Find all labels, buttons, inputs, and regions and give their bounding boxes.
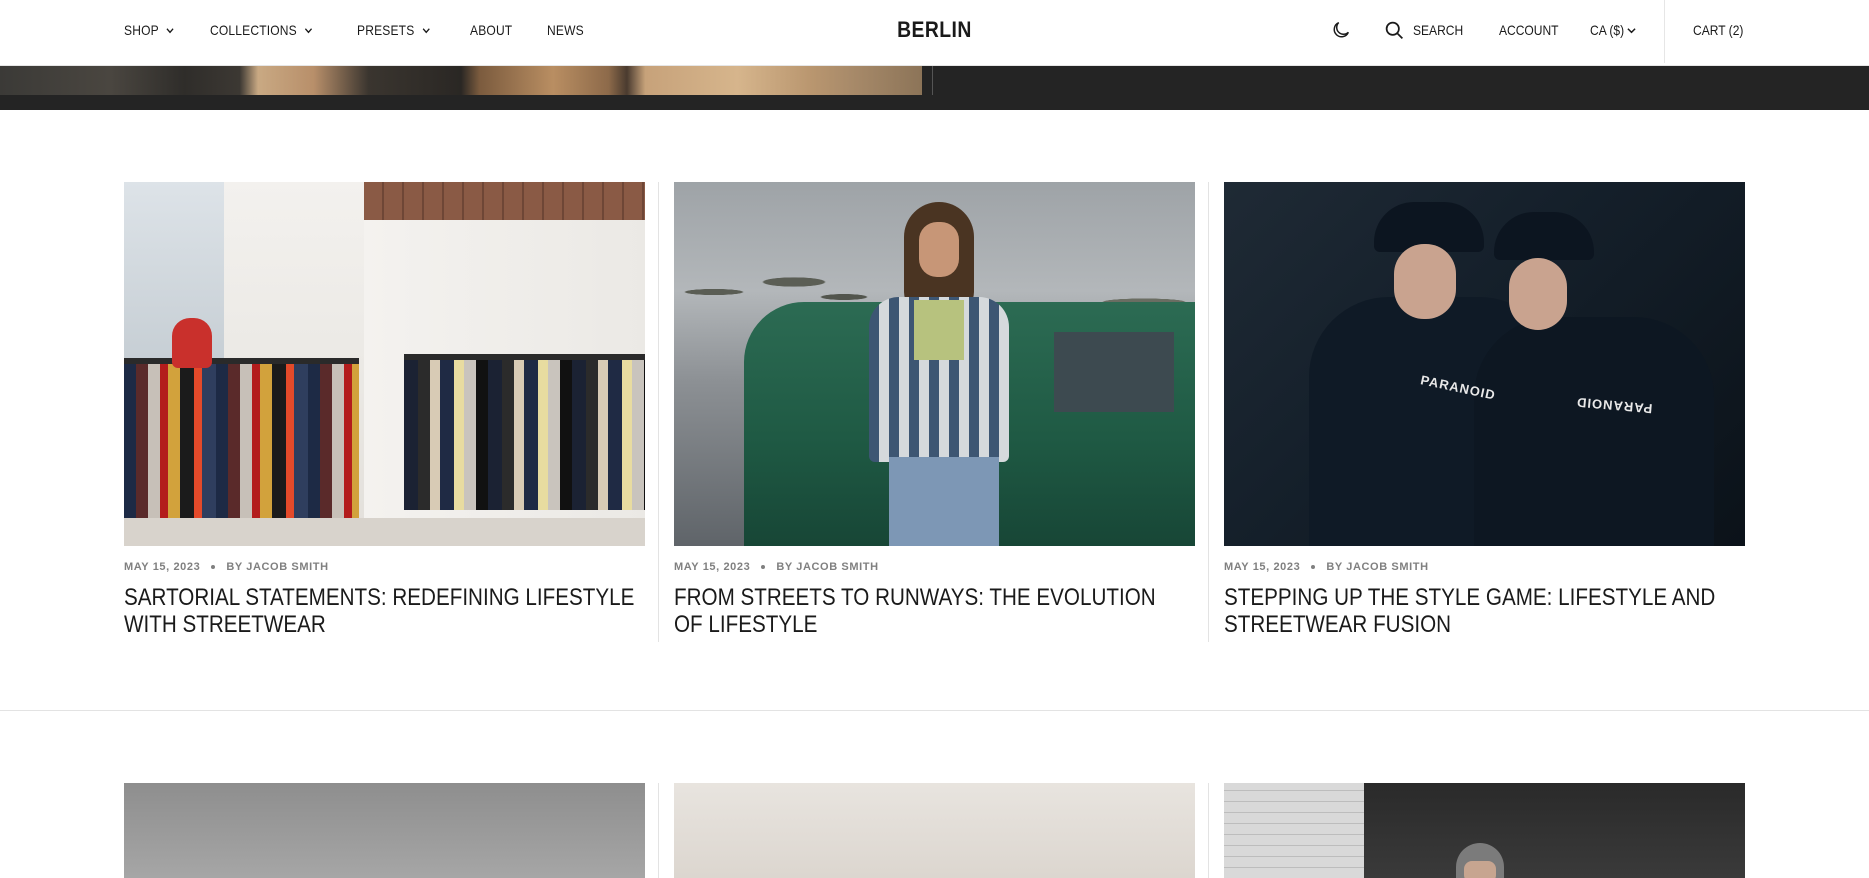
- article-date: MAY 15, 2023: [674, 561, 751, 573]
- car-window: [1054, 332, 1174, 412]
- row-divider: [0, 710, 1869, 711]
- meta-separator: [1311, 565, 1316, 569]
- nav-item-shop[interactable]: SHOP: [124, 22, 174, 38]
- article-date: MAY 15, 2023: [124, 561, 201, 573]
- blog-grid-row-2: [124, 783, 1745, 878]
- cart-label: CART (2): [1693, 22, 1744, 38]
- cap-right: [1494, 212, 1594, 260]
- brick-wall: [364, 182, 645, 220]
- hanging-jacket: [172, 318, 212, 368]
- face-right: [1509, 258, 1567, 330]
- hoodie-right: [1474, 317, 1714, 546]
- article-image[interactable]: [674, 783, 1195, 878]
- nav-item-collections[interactable]: COLLECTIONS: [210, 22, 313, 38]
- floor: [124, 518, 645, 546]
- article-title[interactable]: STEPPING UP THE STYLE GAME: LIFESTYLE AN…: [1224, 584, 1740, 638]
- account-label: ACCOUNT: [1499, 22, 1559, 38]
- meta-separator: [211, 565, 216, 569]
- article-author[interactable]: BY JACOB SMITH: [226, 561, 328, 573]
- article-image[interactable]: [124, 783, 645, 878]
- meta-separator: [761, 565, 766, 569]
- face: [919, 222, 959, 277]
- blog-grid: MAY 15, 2023 BY JACOB SMITH SARTORIAL ST…: [124, 182, 1745, 638]
- person: [869, 202, 1009, 546]
- article-card[interactable]: MAY 15, 2023 BY JACOB SMITH SARTORIAL ST…: [124, 182, 645, 638]
- chevron-down-icon: [422, 27, 431, 33]
- article-image-hoodies[interactable]: PARANOID PARANOID: [1224, 182, 1745, 546]
- nav-item-about[interactable]: ABOUT: [470, 22, 512, 38]
- face-left: [1394, 244, 1456, 319]
- article-card[interactable]: PARANOID PARANOID MAY 15, 2023 BY JACOB …: [1224, 182, 1745, 638]
- clothes-right: [404, 360, 645, 510]
- cart-link[interactable]: CART (2): [1664, 0, 1869, 63]
- hero-image: [0, 66, 922, 95]
- chevron-down-icon: [166, 27, 174, 33]
- article-author[interactable]: BY JACOB SMITH: [776, 561, 878, 573]
- face: [1464, 861, 1496, 878]
- theme-toggle-button[interactable]: [1330, 19, 1352, 41]
- currency-selector[interactable]: CA ($): [1590, 22, 1636, 38]
- main-nav: SHOP COLLECTIONS PRESETS ABOUT NEWS: [124, 0, 618, 60]
- nav-item-presets[interactable]: PRESETS: [357, 22, 431, 38]
- article-card[interactable]: [674, 783, 1195, 878]
- article-title[interactable]: FROM STREETS TO RUNWAYS: THE EVOLUTION O…: [674, 584, 1190, 638]
- header-actions: SEARCH ACCOUNT CA ($) CART (2): [1330, 0, 1869, 63]
- chevron-down-icon: [1627, 27, 1636, 33]
- article-image-street-car[interactable]: [674, 182, 1195, 546]
- article-author[interactable]: BY JACOB SMITH: [1326, 561, 1428, 573]
- article-image[interactable]: [1224, 783, 1745, 878]
- brand-logo[interactable]: BERLIN: [897, 17, 972, 43]
- currency-label: CA ($): [1590, 22, 1625, 38]
- green-tee: [914, 300, 964, 360]
- article-meta: MAY 15, 2023 BY JACOB SMITH: [674, 561, 1195, 573]
- jeans: [889, 457, 999, 546]
- nav-label-presets: PRESETS: [357, 22, 415, 38]
- tiled-wall: [1224, 783, 1364, 878]
- nav-label-collections: COLLECTIONS: [210, 22, 298, 38]
- clothes-left: [124, 364, 359, 519]
- site-header: SHOP COLLECTIONS PRESETS ABOUT NEWS BERL…: [0, 0, 1869, 66]
- nav-label-about: ABOUT: [470, 22, 513, 38]
- hero-banner-bottom: [0, 66, 1869, 110]
- account-link[interactable]: ACCOUNT: [1499, 22, 1568, 38]
- search-icon: [1385, 21, 1403, 39]
- article-card[interactable]: MAY 15, 2023 BY JACOB SMITH FROM STREETS…: [674, 182, 1195, 638]
- article-card[interactable]: [124, 783, 645, 878]
- article-date: MAY 15, 2023: [1224, 561, 1301, 573]
- search-label: SEARCH: [1412, 22, 1463, 38]
- nav-label-shop: SHOP: [124, 22, 159, 38]
- article-meta: MAY 15, 2023 BY JACOB SMITH: [124, 561, 645, 573]
- article-meta: MAY 15, 2023 BY JACOB SMITH: [1224, 561, 1745, 573]
- article-title[interactable]: SARTORIAL STATEMENTS: REDEFINING LIFESTY…: [124, 584, 640, 638]
- hero-divider: [932, 66, 933, 95]
- search-button[interactable]: SEARCH: [1384, 20, 1471, 41]
- moon-icon: [1333, 21, 1349, 38]
- chevron-down-icon: [305, 27, 313, 33]
- nav-item-news[interactable]: NEWS: [547, 22, 584, 38]
- article-image-store-racks[interactable]: [124, 182, 645, 546]
- nav-label-news: NEWS: [547, 22, 585, 38]
- article-card[interactable]: [1224, 783, 1745, 878]
